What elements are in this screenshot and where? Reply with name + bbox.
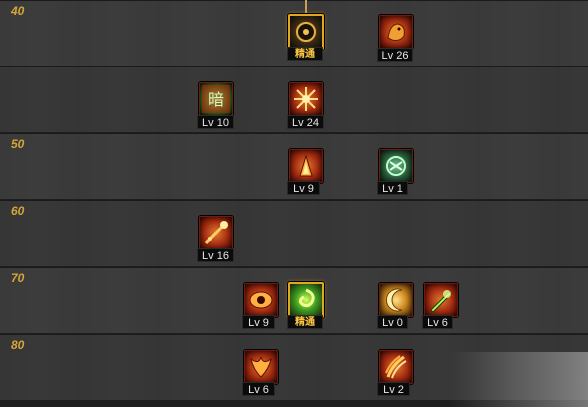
skill-level-badge: Lv 2	[377, 382, 410, 396]
corner-overlay	[450, 352, 588, 407]
tree-connector-line	[305, 0, 307, 14]
skill-level-badge: Lv 24	[287, 115, 324, 129]
skill-level-badge: Lv 1	[377, 181, 408, 195]
skill-slot-r70-d[interactable]	[424, 283, 458, 317]
skill-tree: 40 50 60 70 80 精通 Lv 26 暗 Lv 10 Lv 24 Lv…	[0, 0, 588, 407]
level-row-60: 60	[0, 200, 588, 266]
skill-level-badge: Lv 6	[242, 382, 275, 396]
skill-level-badge: Lv 26	[377, 48, 413, 62]
skill-level-badge: Lv 0	[377, 315, 408, 329]
skill-level-badge: 精通	[287, 47, 323, 61]
skill-level-badge: Lv 16	[197, 248, 234, 262]
skill-level-badge: 精通	[287, 315, 323, 329]
skill-level-badge: Lv 9	[287, 181, 320, 195]
skill-slot-r50-mid[interactable]	[289, 149, 323, 183]
level-label: 60	[11, 204, 25, 218]
skill-slot-r40-right[interactable]	[379, 15, 413, 49]
level-label: 80	[11, 338, 25, 352]
level-label: 70	[11, 271, 25, 285]
level-label: 50	[11, 137, 25, 151]
level-label: 40	[11, 4, 25, 18]
skill-slot-r80-left[interactable]	[244, 350, 278, 384]
skill-slot-r45-left[interactable]: 暗	[199, 82, 233, 116]
skill-level-badge: Lv 9	[242, 315, 275, 329]
skill-slot-r60-left[interactable]	[199, 216, 233, 250]
skill-level-badge: Lv 6	[422, 315, 453, 329]
skill-slot-r80-right[interactable]	[379, 350, 413, 384]
skill-level-badge: Lv 10	[197, 115, 234, 129]
svg-text:暗: 暗	[208, 90, 224, 109]
skill-slot-r45-mid[interactable]	[289, 82, 323, 116]
skill-slot-r70-a[interactable]	[244, 283, 278, 317]
skill-slot-r70-c[interactable]	[379, 283, 413, 317]
skill-slot-r40-mid[interactable]	[288, 14, 324, 50]
skill-slot-r70-b[interactable]	[288, 282, 324, 318]
skill-slot-r50-right[interactable]	[379, 149, 413, 183]
